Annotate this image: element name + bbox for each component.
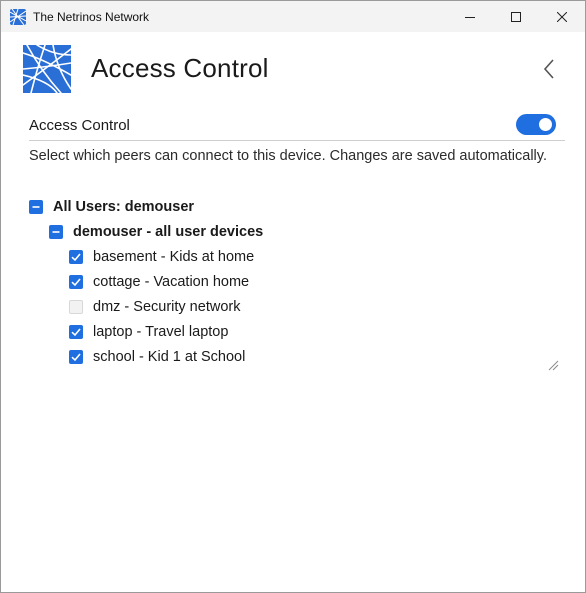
tree-device-dmz[interactable]: dmz - Security network — [69, 297, 240, 317]
close-button[interactable] — [539, 1, 585, 32]
toggle-knob — [539, 118, 552, 131]
minimize-icon — [465, 16, 475, 18]
device-label: basement - Kids at home — [93, 249, 255, 265]
netrinos-logo-icon — [22, 44, 72, 94]
checkbox-checked-icon[interactable] — [69, 325, 83, 339]
access-control-toggle[interactable] — [516, 114, 556, 135]
divider — [29, 140, 565, 141]
tree-device-laptop[interactable]: laptop - Travel laptop — [69, 322, 228, 342]
maximize-icon — [511, 11, 521, 22]
access-control-label: Access Control — [29, 117, 130, 134]
app-window: The Netrinos Network Access Control Acce… — [0, 0, 586, 593]
partial-checkbox-icon[interactable] — [49, 225, 63, 239]
tree-group-label: demouser - all user devices — [73, 224, 264, 240]
netrinos-logo-icon — [10, 8, 26, 25]
tree-device-school[interactable]: school - Kid 1 at School — [69, 347, 245, 367]
tree-root-label: All Users: demouser — [53, 199, 195, 215]
checkbox-unchecked-icon[interactable] — [69, 300, 83, 314]
checkbox-checked-icon[interactable] — [69, 275, 83, 289]
device-label: laptop - Travel laptop — [93, 324, 229, 340]
tree-root-all-users[interactable]: All Users: demouser — [29, 197, 194, 217]
close-icon — [557, 11, 567, 22]
resize-grip-icon[interactable] — [547, 358, 559, 371]
back-button[interactable] — [537, 55, 561, 83]
device-label: dmz - Security network — [93, 299, 241, 315]
peer-tree[interactable]: All Users: demouser demouser - all user … — [21, 191, 563, 371]
title-bar[interactable]: The Netrinos Network — [1, 1, 585, 32]
checkbox-checked-icon[interactable] — [69, 250, 83, 264]
device-label: cottage - Vacation home — [93, 274, 250, 290]
device-label: school - Kid 1 at School — [93, 349, 246, 365]
partial-checkbox-icon[interactable] — [29, 200, 43, 214]
page-title: Access Control — [91, 53, 269, 83]
chevron-left-icon — [543, 59, 554, 79]
window-title: The Netrinos Network — [33, 9, 150, 24]
tree-group-demouser[interactable]: demouser - all user devices — [49, 222, 263, 242]
minimize-button[interactable] — [447, 1, 493, 32]
tree-device-basement[interactable]: basement - Kids at home — [69, 247, 254, 267]
tree-device-cottage[interactable]: cottage - Vacation home — [69, 272, 249, 292]
checkbox-checked-icon[interactable] — [69, 350, 83, 364]
description-text: Select which peers can connect to this d… — [29, 148, 547, 164]
maximize-button[interactable] — [493, 1, 539, 32]
